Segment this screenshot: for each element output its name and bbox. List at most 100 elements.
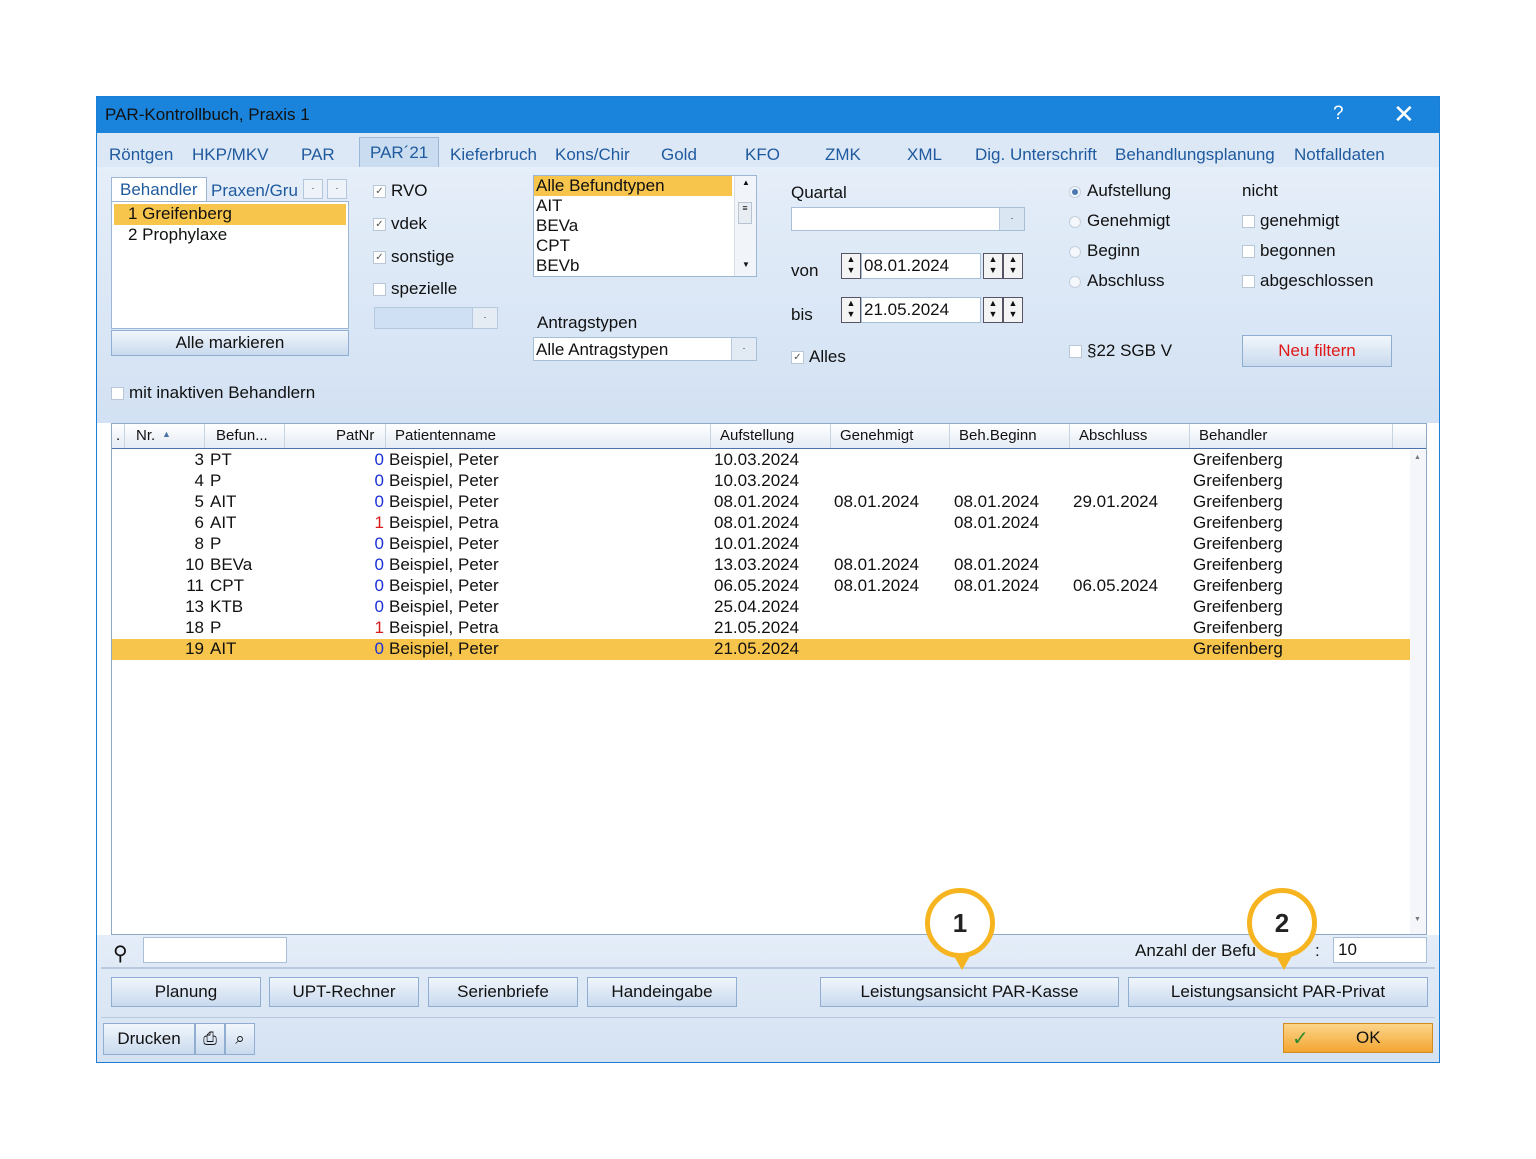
table-row[interactable]: 3 PT 0 Beispiel, Peter 10.03.2024 Greifenberg xyxy=(112,450,1410,471)
tab-scroll-left[interactable]: · xyxy=(303,179,323,199)
planung-button[interactable]: Planung xyxy=(111,977,261,1007)
column-header-befund[interactable]: Befun... xyxy=(216,427,268,444)
befundtypen-list[interactable]: Alle Befundtypen AIT BEVa CPT BEVb ▲ ≡ ▼ xyxy=(533,175,757,277)
von-spin-right-2[interactable]: ▲ ▼ xyxy=(1003,253,1023,279)
table-row[interactable]: 10 BEVa 0 Beispiel, Peter 13.03.2024 08.01.20… xyxy=(112,555,1410,576)
tab-behandlungsplanung[interactable]: Behandlungsplanung xyxy=(1115,145,1275,165)
alles-checkbox[interactable]: ✓ Alles xyxy=(791,347,846,367)
scroll-thumb[interactable]: ≡ xyxy=(738,202,752,224)
handeingabe-button[interactable]: Handeingabe xyxy=(587,977,737,1007)
table-header: . Nr. ▲ Befun... PatNr Patientenname Auf… xyxy=(112,424,1426,449)
cell-beh-beginn: 08.01.2024 xyxy=(954,576,1040,595)
tab-kons-chir[interactable]: Kons/Chir xyxy=(555,145,630,165)
tab-par21[interactable]: PAR´21 xyxy=(359,137,440,167)
behandler-list[interactable]: 1 Greifenberg 2 Prophylaxe xyxy=(111,201,349,329)
cell-patientenname: Beispiel, Peter xyxy=(389,597,499,616)
beginn-radio[interactable]: Beginn xyxy=(1069,241,1140,261)
spezielle-select[interactable]: · xyxy=(374,307,498,329)
behandler-item-1[interactable]: 1 Greifenberg xyxy=(114,204,346,225)
leistungsansicht-par-privat-button[interactable]: Leistungsansicht PAR-Privat xyxy=(1128,977,1428,1007)
tab-scroll-right[interactable]: · xyxy=(327,179,347,199)
befundtyp-item[interactable]: Alle Befundtypen xyxy=(534,176,732,196)
tab-xml[interactable]: XML xyxy=(907,145,942,165)
ok-button[interactable]: ✓ OK xyxy=(1283,1023,1433,1053)
chevron-down-icon[interactable]: · xyxy=(472,308,497,328)
tab-gold[interactable]: Gold xyxy=(661,145,697,165)
scroll-down-icon[interactable]: ▼ xyxy=(742,260,750,269)
bis-spin-left[interactable]: ▲ ▼ xyxy=(841,297,861,323)
quartal-select[interactable]: · xyxy=(791,207,1025,231)
spezielle-checkbox[interactable]: spezielle xyxy=(373,279,457,299)
binoculars-icon[interactable]: ⚲ xyxy=(113,941,128,966)
sonstige-checkbox[interactable]: ✓ sonstige xyxy=(373,247,454,267)
table-row[interactable]: 8 P 0 Beispiel, Peter 10.01.2024 Greifenberg xyxy=(112,534,1410,555)
befundtyp-item[interactable]: BEVa xyxy=(536,216,578,236)
table-row[interactable]: 4 P 0 Beispiel, Peter 10.03.2024 Greifenberg xyxy=(112,471,1410,492)
rvo-checkbox[interactable]: ✓ RVO xyxy=(373,181,428,201)
neu-filtern-button[interactable]: Neu filtern xyxy=(1242,335,1392,367)
table-row[interactable]: 6 AIT 1 Beispiel, Petra 08.01.2024 08.01.2024… xyxy=(112,513,1410,534)
bis-date-field[interactable]: 21.05.2024 xyxy=(861,297,981,323)
column-header-nr[interactable]: Nr. xyxy=(136,427,155,444)
antragstypen-select[interactable]: Alle Antragstypen · xyxy=(533,337,757,361)
tab-behandler[interactable]: Behandler xyxy=(111,177,207,201)
table-row[interactable]: 5 AIT 0 Beispiel, Peter 08.01.2024 08.01.2024… xyxy=(112,492,1410,513)
scroll-up-icon[interactable]: ▲ xyxy=(1414,454,1421,461)
column-header-beh-beginn[interactable]: Beh.Beginn xyxy=(959,427,1037,444)
von-spin-right-1[interactable]: ▲ ▼ xyxy=(983,253,1003,279)
nicht-abgeschlossen-checkbox[interactable]: abgeschlossen xyxy=(1242,271,1373,291)
befundtypen-scrollbar[interactable]: ▲ ≡ ▼ xyxy=(734,176,756,276)
column-header-abschluss[interactable]: Abschluss xyxy=(1079,427,1147,444)
nicht-genehmigt-checkbox[interactable]: genehmigt xyxy=(1242,211,1339,231)
table-row[interactable]: 19 AIT 0 Beispiel, Peter 21.05.2024 Greifenbe… xyxy=(112,639,1410,660)
tab-roentgen[interactable]: Röntgen xyxy=(109,145,173,165)
column-header-aufstellung[interactable]: Aufstellung xyxy=(720,427,794,444)
sgb-checkbox[interactable]: §22 SGB V xyxy=(1069,341,1172,361)
search-input[interactable] xyxy=(143,937,287,963)
scroll-down-icon[interactable]: ▼ xyxy=(1414,916,1421,923)
aufstellung-radio[interactable]: Aufstellung xyxy=(1069,181,1171,201)
tab-dig-unterschrift[interactable]: Dig. Unterschrift xyxy=(975,145,1097,165)
tab-notfalldaten[interactable]: Notfalldaten xyxy=(1294,145,1385,165)
serienbriefe-button[interactable]: Serienbriefe xyxy=(428,977,578,1007)
abschluss-radio[interactable]: Abschluss xyxy=(1069,271,1164,291)
table-row[interactable]: 11 CPT 0 Beispiel, Peter 06.05.2024 08.01.202… xyxy=(112,576,1410,597)
alle-markieren-button[interactable]: Alle markieren xyxy=(111,330,349,356)
bis-spin-right-1[interactable]: ▲ ▼ xyxy=(983,297,1003,323)
tab-zmk[interactable]: ZMK xyxy=(825,145,861,165)
tab-kieferbruch[interactable]: Kieferbruch xyxy=(450,145,537,165)
nicht-begonnen-checkbox[interactable]: begonnen xyxy=(1242,241,1336,261)
chevron-down-icon[interactable]: · xyxy=(731,338,756,360)
tab-par[interactable]: PAR xyxy=(301,145,335,165)
column-header-patientenname[interactable]: Patientenname xyxy=(395,427,496,444)
inaktive-behandler-checkbox[interactable]: mit inaktiven Behandlern xyxy=(111,383,315,403)
table-row[interactable]: 18 P 1 Beispiel, Petra 21.05.2024 Greifenberg xyxy=(112,618,1410,639)
tab-praxen[interactable]: Praxen/Gru xyxy=(211,181,301,201)
close-icon[interactable]: ✕ xyxy=(1393,99,1415,130)
tab-hkp-mkv[interactable]: HKP/MKV xyxy=(192,145,269,165)
drucken-button[interactable]: Drucken xyxy=(103,1023,195,1055)
column-header-marker[interactable]: . xyxy=(116,427,120,444)
printer-icon[interactable]: ⎙ xyxy=(195,1023,225,1055)
genehmigt-radio[interactable]: Genehmigt xyxy=(1069,211,1170,231)
chevron-down-icon[interactable]: · xyxy=(999,208,1024,230)
tab-kfo[interactable]: KFO xyxy=(745,145,780,165)
scroll-up-icon[interactable]: ▲ xyxy=(742,178,750,187)
befundtyp-item[interactable]: BEVb xyxy=(536,256,579,276)
befundtyp-item[interactable]: AIT xyxy=(536,196,562,216)
column-header-patnr[interactable]: PatNr xyxy=(336,427,374,444)
befundtyp-item[interactable]: CPT xyxy=(536,236,570,256)
column-header-genehmigt[interactable]: Genehmigt xyxy=(840,427,913,444)
von-spin-left[interactable]: ▲ ▼ xyxy=(841,253,861,279)
behandler-item-2[interactable]: 2 Prophylaxe xyxy=(114,225,346,246)
search-icon[interactable]: ⌕ xyxy=(225,1023,255,1055)
leistungsansicht-par-kasse-button[interactable]: Leistungsansicht PAR-Kasse xyxy=(820,977,1119,1007)
von-date-field[interactable]: 08.01.2024 xyxy=(861,253,981,279)
table-row[interactable]: 13 KTB 0 Beispiel, Peter 25.04.2024 Greifenbe… xyxy=(112,597,1410,618)
column-header-behandler[interactable]: Behandler xyxy=(1199,427,1267,444)
upt-rechner-button[interactable]: UPT-Rechner xyxy=(269,977,419,1007)
help-button[interactable]: ? xyxy=(1333,103,1344,125)
table-scrollbar[interactable]: ▲ ▼ xyxy=(1410,450,1426,934)
bis-spin-right-2[interactable]: ▲ ▼ xyxy=(1003,297,1023,323)
vdek-checkbox[interactable]: ✓ vdek xyxy=(373,214,427,234)
